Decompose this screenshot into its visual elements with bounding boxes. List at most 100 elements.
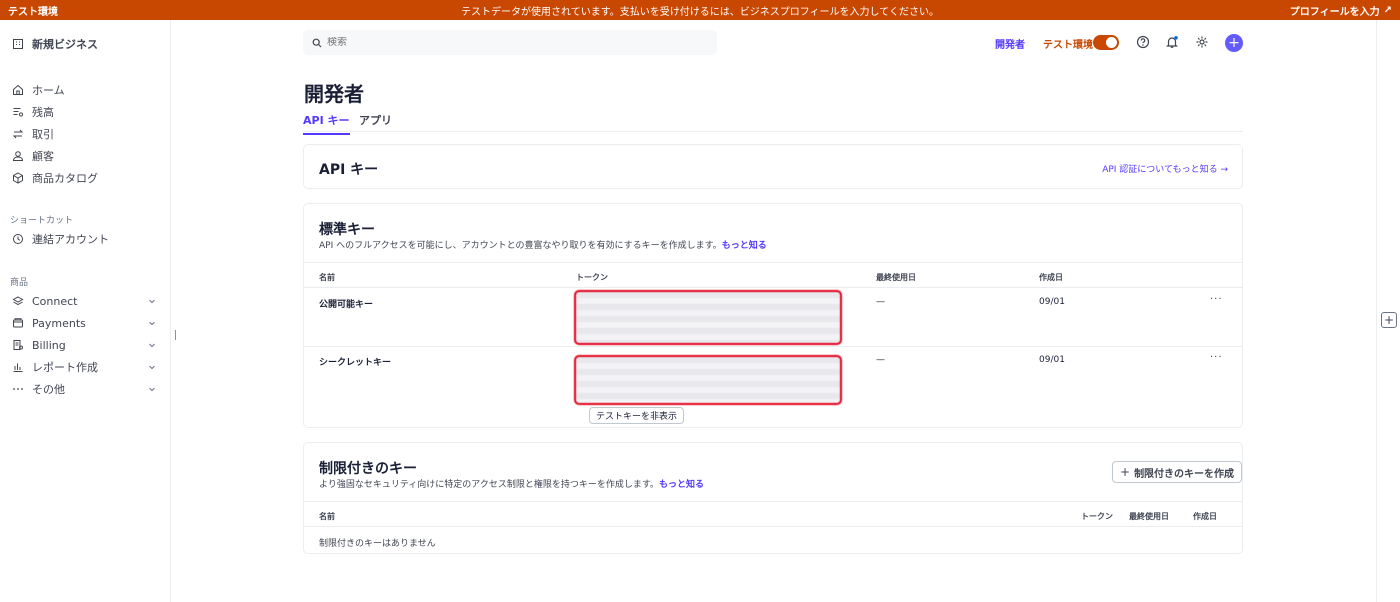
restricted-keys-description-text: より強固なセキュリティ向けに特定のアクセス制限と権限を持つキーを作成します。 (319, 480, 659, 490)
create-new-button[interactable]: + (1225, 34, 1243, 52)
sidebar: 新規ビジネス ホーム 残高 取引 顧客 商品カタログ ショートカット 連結アカウ… (0, 20, 171, 602)
account-name: 新規ビジネス (32, 38, 98, 51)
page-tabs: API キー アプリ (303, 110, 1243, 135)
restricted-keys-learn-more-link[interactable]: もっと知る (659, 480, 704, 490)
connect-icon (12, 296, 24, 306)
last-used-value: — (876, 297, 885, 307)
search-bar[interactable] (303, 30, 717, 55)
restricted-keys-description: より強固なセキュリティ向けに特定のアクセス制限と権限を持つキーを作成します。もっ… (319, 477, 704, 490)
created-value: 09/01 (1039, 355, 1065, 365)
search-input[interactable] (327, 37, 687, 48)
last-used-value: — (876, 355, 885, 365)
sidebar-item-home[interactable]: ホーム (12, 81, 160, 99)
standard-keys-description-text: API へのフルアクセスを可能にし、アカウントとの豊富なやり取りを有効にするキー… (319, 241, 722, 251)
restricted-keys-empty-state: 制限付きのキーはありません (319, 539, 436, 549)
test-mode-toggle[interactable] (1093, 35, 1119, 50)
settings-gear-icon[interactable] (1195, 35, 1209, 49)
banner-message: テストデータが使用されています。支払いを受け付けるには、ビジネスプロフィールを入… (461, 6, 939, 18)
transactions-icon (12, 129, 24, 139)
column-header-token: トークン (576, 273, 608, 282)
sidebar-item-label: 連結アカウント (32, 233, 109, 246)
row-more-actions-icon[interactable]: ··· (1210, 352, 1223, 363)
billing-icon (13, 340, 23, 350)
key-name-publishable: 公開可能キー (319, 300, 374, 310)
help-icon[interactable] (1136, 35, 1150, 49)
publishable-key-token-redacted[interactable] (574, 290, 842, 345)
restricted-keys-card: 制限付きのキー より強固なセキュリティ向けに特定のアクセス制限と権限を持つキーを… (303, 442, 1243, 554)
enter-profile-link[interactable]: プロフィールを入力 ↗ (1290, 3, 1392, 18)
right-rail: + (1376, 20, 1400, 602)
test-env-label: テスト環境 (1043, 39, 1093, 51)
payments-icon (13, 318, 23, 328)
home-icon (13, 84, 23, 95)
sidebar-item-customers[interactable]: 顧客 (12, 147, 160, 165)
sidebar-item-label: ホーム (32, 84, 65, 97)
clock-icon (13, 234, 23, 244)
sidebar-item-label: レポート作成 (32, 361, 98, 374)
standard-keys-title: 標準キー (319, 222, 375, 238)
product-catalog-icon (13, 172, 23, 184)
column-header-token: トークン (1081, 512, 1113, 521)
api-keys-card: API キー API 認証についてもっと知る → (303, 144, 1243, 189)
column-header-created: 作成日 (1193, 512, 1217, 521)
chevron-down-icon (149, 343, 155, 348)
sidebar-item-label: Payments (32, 316, 86, 330)
sidebar-item-billing[interactable]: Billing (12, 336, 160, 354)
hide-test-key-button[interactable]: テストキーを非表示 (589, 407, 685, 424)
chevron-down-icon (149, 365, 155, 370)
standard-keys-card: 標準キー API へのフルアクセスを可能にし、アカウントとの豊富なやり取りを有効… (303, 203, 1243, 428)
create-restricted-key-button[interactable]: + 制限付きのキーを作成 (1112, 461, 1243, 483)
standard-keys-learn-more-link[interactable]: もっと知る (722, 241, 767, 251)
restricted-keys-title: 制限付きのキー (319, 461, 417, 477)
reporting-icon (13, 363, 23, 372)
column-header-created: 作成日 (1039, 273, 1063, 282)
sidebar-item-label: その他 (32, 383, 65, 396)
secret-key-token-redacted[interactable] (574, 355, 842, 405)
account-switcher[interactable]: 新規ビジネス (12, 35, 160, 53)
plus-icon: + (1120, 465, 1131, 479)
shortcuts-heading: ショートカット (10, 216, 74, 226)
customer-icon (12, 151, 24, 161)
standard-keys-description: API へのフルアクセスを可能にし、アカウントとの豊富なやり取りを有効にするキー… (319, 238, 767, 251)
tab-api-keys[interactable]: API キー (303, 112, 350, 135)
sidebar-item-connected-accounts[interactable]: 連結アカウント (12, 230, 160, 248)
api-auth-learn-more-link[interactable]: API 認証についてもっと知る → (1102, 162, 1228, 175)
page-title: 開発者 (304, 82, 364, 106)
standard-keys-table-header: 名前 トークン 最終使用日 作成日 (304, 262, 1242, 288)
tab-apps[interactable]: アプリ (359, 112, 392, 133)
external-arrow-icon: ↗ (1383, 4, 1392, 16)
api-keys-title: API キー (319, 162, 379, 178)
column-header-name: 名前 (319, 512, 335, 521)
balance-icon (13, 108, 24, 117)
sidebar-item-label: 残高 (32, 106, 54, 119)
chevron-down-icon (149, 299, 155, 304)
created-value: 09/01 (1039, 297, 1065, 307)
sidebar-resize-handle[interactable] (175, 330, 176, 340)
sidebar-item-connect[interactable]: Connect (12, 292, 160, 310)
key-name-secret: シークレットキー (319, 358, 392, 368)
sidebar-item-label: 取引 (32, 128, 54, 141)
chevron-down-icon (149, 387, 155, 392)
sidebar-item-payments[interactable]: Payments (12, 314, 160, 332)
sidebar-item-balances[interactable]: 残高 (12, 103, 160, 121)
row-divider (304, 346, 1242, 347)
row-more-actions-icon[interactable]: ··· (1210, 294, 1223, 305)
products-heading: 商品 (10, 278, 29, 288)
sidebar-item-transactions[interactable]: 取引 (12, 125, 160, 143)
sidebar-item-product-catalog[interactable]: 商品カタログ (12, 169, 160, 187)
sidebar-item-reporting[interactable]: レポート作成 (12, 358, 160, 376)
sidebar-item-label: 顧客 (32, 150, 54, 163)
restricted-keys-table-header: 名前 トークン 最終使用日 作成日 (304, 501, 1242, 527)
rail-add-button[interactable]: + (1381, 312, 1397, 328)
search-icon (312, 38, 322, 47)
column-header-last-used: 最終使用日 (876, 273, 916, 282)
create-restricted-key-label: 制限付きのキーを作成 (1134, 468, 1235, 480)
chevron-down-icon (149, 321, 155, 326)
enter-profile-label: プロフィールを入力 (1289, 6, 1380, 18)
sidebar-item-label: 商品カタログ (32, 172, 98, 185)
developers-link[interactable]: 開発者 (995, 36, 1025, 51)
column-header-name: 名前 (319, 273, 335, 282)
sidebar-item-label: Connect (32, 294, 78, 308)
sidebar-item-more[interactable]: その他 (12, 380, 160, 398)
notifications-bell-icon[interactable] (1165, 35, 1179, 49)
